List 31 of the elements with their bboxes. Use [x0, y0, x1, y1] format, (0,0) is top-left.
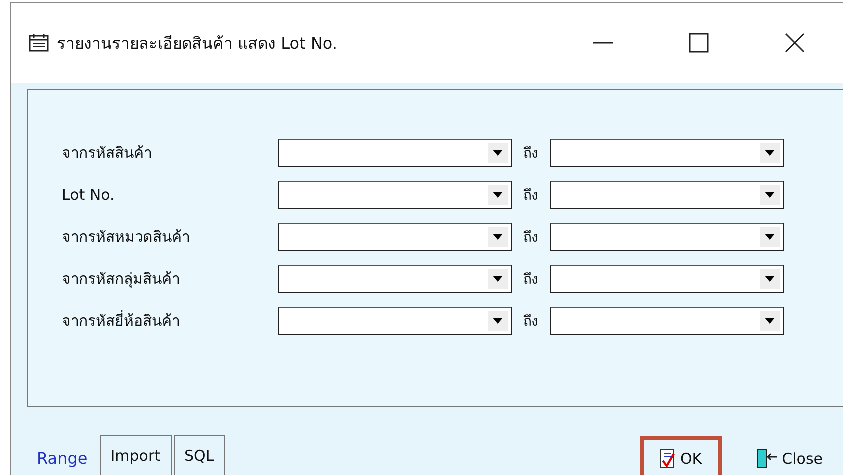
to-label: ถึง	[522, 187, 540, 206]
minimize-icon	[592, 42, 614, 44]
from-dropdown[interactable]	[278, 307, 512, 335]
field-label: จากรหัสกลุ่มสินค้า	[62, 269, 181, 290]
to-dropdown[interactable]	[550, 139, 784, 167]
to-label: ถึง	[522, 145, 540, 164]
door-exit-icon	[756, 449, 778, 469]
field-label: Lot No.	[62, 186, 116, 204]
field-label: จากรหัสหมวดสินค้า	[62, 227, 191, 248]
tab[interactable]: Import	[100, 435, 172, 475]
to-dropdown[interactable]	[550, 307, 784, 335]
from-dropdown[interactable]	[278, 139, 512, 167]
maximize-icon	[688, 32, 710, 54]
to-label: ถึง	[522, 271, 540, 290]
from-dropdown[interactable]	[278, 223, 512, 251]
close-icon	[784, 32, 806, 54]
field-label: จากรหัสยี่ห้อสินค้า	[62, 310, 181, 332]
to-label: ถึง	[522, 229, 540, 248]
from-dropdown[interactable]	[278, 265, 512, 293]
to-dropdown[interactable]	[550, 223, 784, 251]
to-label: ถึง	[522, 313, 540, 332]
from-dropdown[interactable]	[278, 181, 512, 209]
to-dropdown[interactable]	[550, 181, 784, 209]
tab[interactable]: SQL	[174, 435, 226, 475]
report-check-icon	[660, 449, 676, 469]
to-dropdown[interactable]	[550, 265, 784, 293]
window-title: รายงานรายละเอียดสินค้า แสดง Lot No.	[57, 32, 338, 54]
ok-button[interactable]: OK	[654, 443, 708, 475]
calendar-icon	[29, 34, 49, 52]
close-button[interactable]: Close	[750, 443, 829, 475]
field-label: จากรหัสสินค้า	[62, 143, 153, 164]
